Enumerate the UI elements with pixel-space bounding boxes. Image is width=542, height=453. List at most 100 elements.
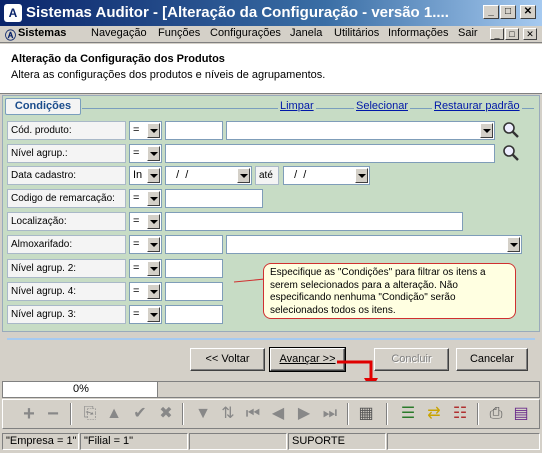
nivel-agrup-operator[interactable]: = — [129, 144, 162, 163]
clear-link[interactable]: Limpar — [278, 100, 316, 112]
nivel-agrup2-input[interactable] — [165, 259, 223, 278]
nivel-agrup-input[interactable] — [165, 144, 495, 163]
restore-default-link[interactable]: Restaurar padrão — [432, 100, 522, 112]
menu-configuracoes[interactable]: Configurações — [210, 27, 281, 39]
nivel-agrup3-operator[interactable]: = — [129, 305, 162, 324]
date-from-value: / / — [170, 169, 189, 181]
menu-sistemas[interactable]: Sistemas — [18, 27, 66, 39]
filter-icon[interactable]: ▼ — [193, 404, 213, 424]
nivel-agrup3-label: Nível agrup. 3: — [7, 305, 126, 324]
operator-value: = — [133, 192, 140, 204]
page-header: Alteração da Configuração dos Produtos A… — [0, 44, 542, 94]
data-cadastro-label: Data cadastro: — [7, 166, 126, 185]
chevron-down-icon — [147, 261, 160, 276]
export-icon[interactable]: ⇄ — [424, 404, 444, 424]
last-record-icon[interactable]: ⏭ — [320, 404, 340, 424]
chevron-down-icon — [147, 284, 160, 299]
status-empty — [189, 433, 287, 450]
search-icon[interactable] — [502, 121, 520, 139]
operator-value: = — [133, 285, 140, 297]
progress-bar: 0% — [2, 381, 540, 398]
status-bar: "Empresa = 1" "Filial = 1" SUPORTE — [0, 431, 542, 453]
calculator-icon[interactable]: ▦ — [356, 404, 376, 424]
almoxarifado-desc-select[interactable] — [226, 235, 522, 254]
copy-icon[interactable]: ⎘ — [80, 404, 100, 424]
close-button[interactable]: ✕ — [520, 5, 536, 19]
cod-produto-desc-select[interactable] — [226, 121, 495, 140]
operator-value: = — [133, 147, 140, 159]
operator-value: = — [133, 215, 140, 227]
menu-funcoes[interactable]: Funções — [158, 27, 200, 39]
print-icon[interactable]: ⎙ — [486, 404, 506, 424]
menu-bar: Ⓐ Sistemas Navegação Funções Configuraçõ… — [0, 26, 542, 43]
toolbar-separator — [182, 403, 184, 425]
next-record-icon[interactable]: ▶ — [294, 404, 314, 424]
cancel-button[interactable]: Cancelar — [456, 348, 528, 371]
minimize-button[interactable]: _ — [483, 5, 499, 19]
almoxarifado-operator[interactable]: = — [129, 235, 162, 254]
nivel-agrup2-operator[interactable]: = — [129, 259, 162, 278]
progress-track — [157, 382, 539, 397]
chevron-down-icon — [147, 168, 160, 183]
mdi-close-button[interactable]: ✕ — [523, 28, 537, 40]
sort-icon[interactable]: ⇅ — [218, 404, 238, 424]
nivel-agrup2-label: Nível agrup. 2: — [7, 259, 126, 278]
menu-navegacao[interactable]: Navegação — [91, 27, 147, 39]
title-bar: A Sistemas Auditor - [Alteração da Confi… — [0, 0, 542, 26]
first-record-icon[interactable]: ⏮ — [243, 404, 263, 424]
menu-informacoes[interactable]: Informações — [388, 27, 449, 39]
back-button[interactable]: << Voltar — [190, 348, 265, 371]
toolbar-separator — [386, 403, 388, 425]
chevron-down-icon — [147, 307, 160, 322]
cod-produto-input[interactable] — [165, 121, 223, 140]
report-icon[interactable]: ▤ — [511, 404, 531, 424]
date-to-input[interactable]: / / — [283, 166, 370, 185]
list-import-icon[interactable]: ☰ — [398, 404, 418, 424]
codigo-remarcacao-operator[interactable]: = — [129, 189, 162, 208]
mdi-minimize-button[interactable]: _ — [490, 28, 504, 40]
list-settings-icon[interactable]: ☷ — [450, 404, 470, 424]
menu-sair[interactable]: Sair — [458, 27, 478, 39]
cod-produto-operator[interactable]: = — [129, 121, 162, 140]
nivel-agrup4-input[interactable] — [165, 282, 223, 301]
data-cadastro-operator[interactable]: In — [129, 166, 162, 185]
nivel-agrup3-input[interactable] — [165, 305, 223, 324]
chevron-down-icon — [507, 237, 520, 252]
date-to-label: até — [255, 166, 279, 185]
help-tooltip: Especifique as "Condições" para filtrar … — [263, 263, 516, 319]
toolbar-separator — [347, 403, 349, 425]
almoxarifado-input[interactable] — [165, 235, 223, 254]
mdi-restore-button[interactable]: □ — [505, 28, 519, 40]
app-icon: A — [4, 4, 22, 22]
chevron-down-icon — [147, 146, 160, 161]
previous-record-icon[interactable]: ◀ — [268, 404, 288, 424]
menu-janela[interactable]: Janela — [290, 27, 322, 39]
tab-condicoes[interactable]: Condições — [5, 98, 81, 115]
codigo-remarcacao-input[interactable] — [165, 189, 263, 208]
check-icon[interactable]: ✔ — [130, 404, 150, 424]
chevron-down-icon — [480, 123, 493, 138]
operator-value: In — [133, 169, 143, 181]
remove-icon[interactable]: − — [43, 404, 63, 424]
search-icon[interactable] — [502, 144, 520, 162]
next-button[interactable]: Avançar >> — [269, 347, 346, 372]
add-icon[interactable]: + — [19, 404, 39, 424]
chevron-down-icon — [147, 123, 160, 138]
status-extra — [387, 433, 540, 450]
cancel-icon[interactable]: ✖ — [156, 404, 176, 424]
toolbar-separator — [70, 403, 72, 425]
chevron-down-icon — [355, 168, 368, 183]
up-icon[interactable]: ▲ — [104, 404, 124, 424]
localizacao-operator[interactable]: = — [129, 212, 162, 231]
localizacao-input[interactable] — [165, 212, 463, 231]
progress-text: 0% — [73, 383, 89, 395]
date-from-input[interactable]: / / — [165, 166, 252, 185]
window-title: Sistemas Auditor - [Alteração da Configu… — [26, 4, 449, 21]
cod-produto-label: Cód. produto: — [7, 121, 126, 140]
menu-utilitarios[interactable]: Utilitários — [334, 27, 379, 39]
nivel-agrup4-operator[interactable]: = — [129, 282, 162, 301]
select-link[interactable]: Selecionar — [354, 100, 410, 112]
divider — [7, 338, 535, 340]
nivel-agrup-label: Nível agrup.: — [7, 144, 126, 163]
maximize-button[interactable]: □ — [500, 5, 516, 19]
